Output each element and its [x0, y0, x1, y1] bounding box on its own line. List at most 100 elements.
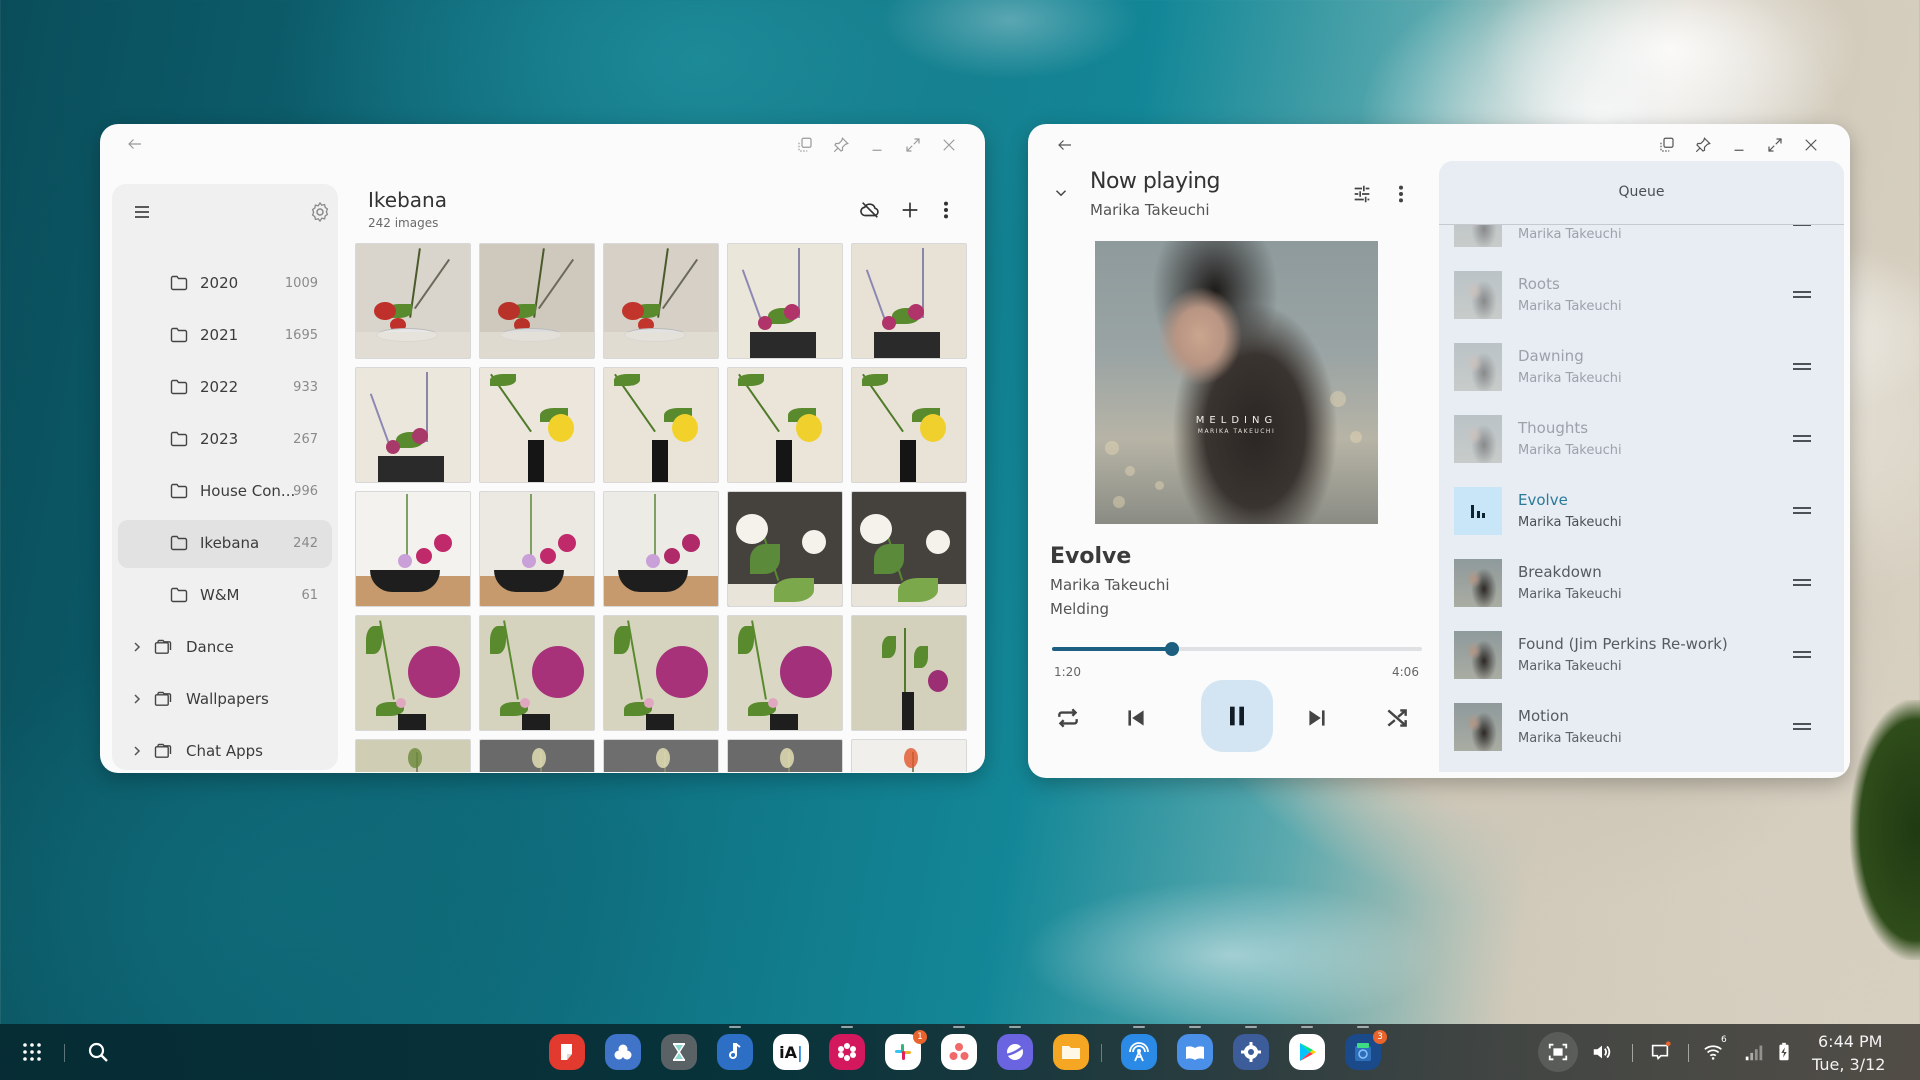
- equalizer-button[interactable]: [1348, 180, 1376, 208]
- photo-thumbnail[interactable]: [603, 491, 719, 607]
- photo-thumbnail[interactable]: [479, 491, 595, 607]
- screen-capture-button[interactable]: [1538, 1032, 1578, 1072]
- drag-handle-icon[interactable]: [1793, 505, 1811, 515]
- back-button[interactable]: [122, 131, 148, 157]
- drag-handle-icon[interactable]: [1793, 721, 1811, 731]
- dock-app-android-dev-icon[interactable]: 3: [1345, 1030, 1387, 1070]
- app-drawer-icon[interactable]: [20, 1040, 44, 1064]
- minimize-button[interactable]: [864, 132, 890, 158]
- dock-app-reader-icon[interactable]: [1177, 1034, 1213, 1070]
- dock-app-flower-icon[interactable]: [829, 1034, 865, 1070]
- dock-app-hourglass-icon[interactable]: [661, 1034, 697, 1070]
- pin-button[interactable]: [1690, 132, 1716, 158]
- more-options-button[interactable]: [932, 196, 960, 224]
- sidebar-folder-w-m[interactable]: W&M 61: [118, 572, 332, 620]
- snap-layout-button[interactable]: [792, 132, 818, 158]
- maximize-button[interactable]: [1762, 132, 1788, 158]
- wifi-status[interactable]: 6: [1700, 1035, 1728, 1066]
- cloud-sync-off-button[interactable]: [856, 196, 884, 224]
- drag-handle-icon[interactable]: [1793, 433, 1811, 443]
- sidebar-folder-ikebana[interactable]: Ikebana 242: [118, 520, 332, 568]
- dock-app-slack-icon[interactable]: 1: [885, 1030, 927, 1070]
- sidebar-folder-2023[interactable]: 2023 267: [118, 416, 332, 464]
- sidebar-folder-2021[interactable]: 2021 1695: [118, 312, 332, 360]
- track-artist[interactable]: Marika Takeuchi: [1050, 576, 1170, 594]
- search-icon[interactable]: [86, 1040, 110, 1064]
- sidebar-group-chat-apps[interactable]: Chat Apps: [118, 728, 332, 770]
- shuffle-button[interactable]: [1377, 698, 1417, 738]
- photo-thumbnail[interactable]: [851, 739, 967, 772]
- photo-thumbnail[interactable]: [355, 367, 471, 483]
- sidebar-group-wallpapers[interactable]: Wallpapers: [118, 676, 332, 724]
- pin-button[interactable]: [828, 132, 854, 158]
- queue-item[interactable]: Roots Marika Takeuchi: [1439, 259, 1844, 331]
- sidebar-folder-2020[interactable]: 2020 1009: [118, 260, 332, 308]
- photo-thumbnail[interactable]: [851, 243, 967, 359]
- next-button[interactable]: [1297, 698, 1337, 738]
- minimize-button[interactable]: [1726, 132, 1752, 158]
- queue-item[interactable]: Dawning Marika Takeuchi: [1439, 331, 1844, 403]
- dock-app-ia-writer-icon[interactable]: iA|: [773, 1034, 809, 1070]
- gear-icon[interactable]: [308, 200, 332, 224]
- drag-handle-icon[interactable]: [1793, 361, 1811, 371]
- collapse-chevron-icon[interactable]: [1052, 184, 1070, 202]
- volume-button[interactable]: [1588, 1038, 1616, 1066]
- photo-thumbnail[interactable]: [727, 367, 843, 483]
- seek-handle[interactable]: [1165, 642, 1180, 656]
- pause-button[interactable]: [1201, 680, 1273, 752]
- dock-app-notes-icon[interactable]: [549, 1034, 585, 1070]
- menu-icon[interactable]: [130, 200, 154, 224]
- queue-item[interactable]: Breakdown Marika Takeuchi: [1439, 547, 1844, 619]
- chevron-right-icon[interactable]: [132, 640, 142, 654]
- clock-date[interactable]: Tue, 3/12: [1812, 1055, 1885, 1074]
- photo-thumbnail[interactable]: [479, 243, 595, 359]
- dock-app-play-store-icon[interactable]: [1289, 1034, 1325, 1070]
- photo-thumbnail[interactable]: [851, 367, 967, 483]
- drag-handle-icon[interactable]: [1793, 649, 1811, 659]
- dock-app-files-icon[interactable]: [1053, 1034, 1089, 1070]
- photo-thumbnail[interactable]: [479, 739, 595, 772]
- queue-item[interactable]: Found (Jim Perkins Re-work) Marika Takeuc…: [1439, 619, 1844, 691]
- chevron-right-icon[interactable]: [132, 744, 142, 758]
- photo-thumbnail[interactable]: [727, 615, 843, 731]
- dock-app-music-icon[interactable]: [717, 1034, 753, 1070]
- photo-thumbnail[interactable]: [727, 491, 843, 607]
- photo-thumbnail[interactable]: [727, 739, 843, 772]
- photo-thumbnail[interactable]: [727, 243, 843, 359]
- sidebar-folder-2022[interactable]: 2022 933: [118, 364, 332, 412]
- photo-thumbnail[interactable]: [603, 739, 719, 772]
- photo-thumbnail[interactable]: [355, 243, 471, 359]
- photo-thumbnail[interactable]: [479, 615, 595, 731]
- photo-thumbnail[interactable]: [355, 615, 471, 731]
- photo-thumbnail[interactable]: [603, 615, 719, 731]
- previous-button[interactable]: [1116, 698, 1156, 738]
- queue-item[interactable]: Evolve Marika Takeuchi: [1439, 475, 1844, 547]
- dock-app-asana-icon[interactable]: [941, 1034, 977, 1070]
- photo-thumbnail[interactable]: [851, 615, 967, 731]
- close-button[interactable]: [1798, 132, 1824, 158]
- photo-thumbnail[interactable]: [355, 491, 471, 607]
- snap-layout-button[interactable]: [1654, 132, 1680, 158]
- track-album[interactable]: Melding: [1050, 600, 1109, 618]
- drag-handle-icon[interactable]: [1793, 577, 1811, 587]
- dock-app-cloud-icon[interactable]: [605, 1034, 641, 1070]
- photo-thumbnail[interactable]: [479, 367, 595, 483]
- dock-app-podcasts-icon[interactable]: [1121, 1034, 1157, 1070]
- notifications-button[interactable]: [1646, 1038, 1674, 1066]
- close-button[interactable]: [936, 132, 962, 158]
- photo-thumbnail[interactable]: [355, 739, 471, 772]
- dock-app-settings-icon[interactable]: [1233, 1034, 1269, 1070]
- more-options-button[interactable]: [1387, 180, 1415, 208]
- queue-item[interactable]: Motion Marika Takeuchi: [1439, 691, 1844, 763]
- chevron-right-icon[interactable]: [132, 692, 142, 706]
- clock-time[interactable]: 6:44 PM: [1818, 1032, 1882, 1051]
- back-button[interactable]: [1052, 132, 1078, 158]
- photo-thumbnail[interactable]: [603, 243, 719, 359]
- photo-thumbnail[interactable]: [851, 491, 967, 607]
- maximize-button[interactable]: [900, 132, 926, 158]
- queue-item[interactable]: Thoughts Marika Takeuchi: [1439, 403, 1844, 475]
- photo-thumbnail[interactable]: [603, 367, 719, 483]
- add-button[interactable]: [896, 196, 924, 224]
- seek-slider[interactable]: [1052, 642, 1422, 656]
- repeat-button[interactable]: [1048, 698, 1088, 738]
